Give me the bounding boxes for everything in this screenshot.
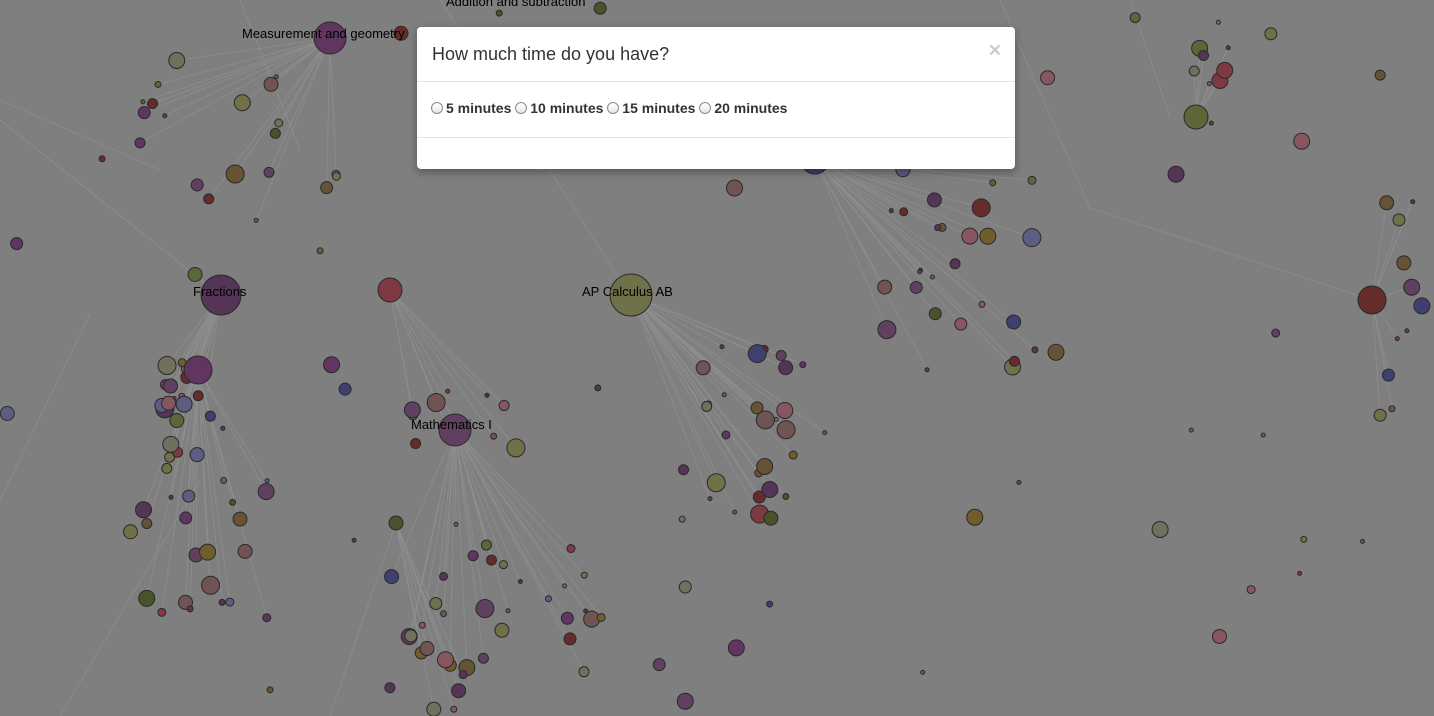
- option-20-minutes[interactable]: 20 minutes: [699, 100, 787, 116]
- radio-button[interactable]: [607, 102, 620, 114]
- option-label: 10 minutes: [530, 100, 604, 116]
- option-10-minutes[interactable]: 10 minutes: [515, 100, 603, 116]
- modal-title: How much time do you have?: [432, 44, 670, 64]
- option-label: 5 minutes: [446, 100, 512, 116]
- option-label: 15 minutes: [622, 100, 696, 116]
- close-button[interactable]: ×: [989, 40, 1001, 61]
- option-15-minutes[interactable]: 15 minutes: [607, 100, 695, 116]
- time-selection-modal: How much time do you have? × 5 minutes 1…: [417, 27, 1015, 169]
- option-label: 20 minutes: [714, 100, 788, 116]
- radio-button[interactable]: [515, 102, 528, 114]
- radio-button[interactable]: [699, 102, 712, 114]
- modal-header: How much time do you have? ×: [417, 27, 1015, 82]
- radio-button[interactable]: [431, 102, 443, 114]
- option-5-minutes[interactable]: 5 minutes: [431, 100, 511, 116]
- modal-footer: [417, 138, 1015, 168]
- modal-body: 5 minutes 10 minutes 15 minutes 20 minut…: [417, 82, 1015, 138]
